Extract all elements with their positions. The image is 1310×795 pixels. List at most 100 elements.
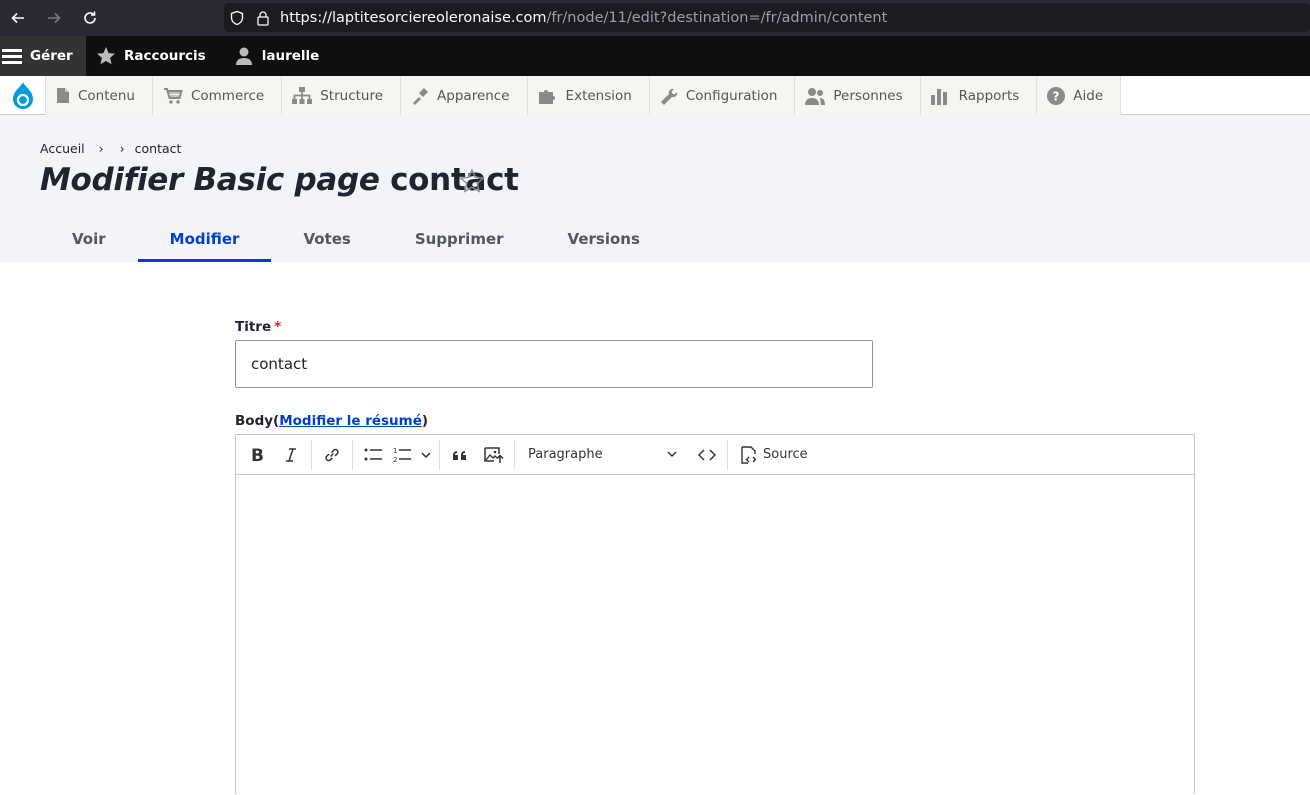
toolbar-separator: [352, 439, 353, 470]
user-tab[interactable]: laurelle: [218, 36, 332, 76]
forward-button[interactable]: [36, 0, 72, 36]
blockquote-icon: [453, 450, 466, 460]
arrow-left-icon: [11, 12, 24, 24]
editor-toolbar: B 12 Paragraphe Source: [236, 435, 1194, 475]
source-button[interactable]: Source: [731, 440, 816, 470]
numbered-list-button[interactable]: 12: [390, 440, 436, 470]
address-bar[interactable]: https://laptitesorciereoleronaise.com/fr…: [224, 3, 1310, 32]
drupal-drop-icon: [12, 81, 33, 109]
page-title-rest: contact: [390, 162, 519, 198]
reload-button[interactable]: [72, 0, 108, 36]
page-title: Modifier Basic page contact: [40, 162, 519, 198]
breadcrumb-separator: ›: [98, 141, 104, 156]
shield-icon[interactable]: [224, 10, 250, 26]
brush-icon: [413, 87, 429, 105]
body-paren-close: ): [421, 413, 429, 429]
menu-personnes[interactable]: Personnes: [795, 76, 921, 115]
manage-label: Gérer: [30, 48, 73, 64]
link-button[interactable]: [315, 440, 349, 470]
svg-text:B: B: [251, 447, 264, 463]
bulleted-list-icon: [364, 448, 382, 460]
body-editor: B 12 Paragraphe Source: [235, 434, 1195, 795]
help-icon: ?: [1047, 86, 1066, 105]
italic-button[interactable]: [274, 440, 308, 470]
shortcuts-tab[interactable]: Raccourcis: [86, 36, 218, 76]
toolbar-separator: [727, 439, 728, 470]
code-icon: [698, 448, 716, 461]
shortcut-star-icon[interactable]: [458, 168, 486, 198]
toolbar-separator: [514, 439, 515, 470]
menu-commerce[interactable]: Commerce: [152, 76, 283, 115]
tab-versions[interactable]: Versions: [536, 216, 672, 262]
title-label-text: Titre: [235, 319, 272, 335]
drupal-logo[interactable]: [0, 76, 46, 115]
breadcrumb-current: contact: [134, 141, 182, 156]
tab-modifier[interactable]: Modifier: [137, 216, 272, 262]
user-icon: [235, 47, 252, 65]
body-label-text: Body: [235, 413, 274, 429]
document-icon: [57, 88, 69, 103]
required-marker: *: [274, 319, 282, 335]
menu-label: Extension: [565, 87, 632, 104]
editor-content-area[interactable]: [236, 475, 1194, 795]
admin-menu-tray: Contenu Commerce Structure Apparence Ext…: [0, 76, 1310, 115]
arrow-right-icon: [48, 12, 61, 24]
toolbar-separator: [439, 439, 440, 470]
user-label: laurelle: [261, 48, 320, 64]
chevron-down-icon: [667, 450, 677, 457]
link-icon: [325, 448, 339, 461]
breadcrumb-separator: ›: [119, 141, 125, 156]
wrench-icon: [660, 88, 678, 105]
local-tasks-tabs: Voir Modifier Votes Supprimer Versions: [40, 216, 672, 262]
menu-label: Apparence: [437, 87, 510, 104]
page-header: Accueil › › contact Modifier Basic page …: [0, 115, 1310, 262]
bulleted-list-button[interactable]: [356, 440, 390, 470]
url-text: https://laptitesorciereoleronaise.com/fr…: [276, 10, 887, 26]
menu-extension[interactable]: Extension: [527, 76, 650, 115]
breadcrumb-home[interactable]: Accueil: [40, 141, 85, 156]
menu-contenu[interactable]: Contenu: [46, 76, 153, 115]
insert-image-button[interactable]: [477, 440, 511, 470]
image-upload-icon: [484, 446, 504, 463]
menu-rapports[interactable]: Rapports: [920, 76, 1038, 115]
bold-button[interactable]: B: [240, 440, 274, 470]
back-button[interactable]: [0, 0, 36, 36]
code-button[interactable]: [690, 440, 724, 470]
body-label: Body(Modifier le résumé): [235, 413, 428, 429]
menu-label: Contenu: [78, 87, 135, 104]
tab-voir[interactable]: Voir: [40, 216, 138, 262]
page-title-em: Modifier Basic page: [40, 162, 380, 198]
source-icon: [741, 445, 757, 464]
manage-tab[interactable]: Gérer: [0, 36, 86, 76]
bold-icon: B: [251, 447, 264, 463]
menu-aide[interactable]: ? Aide: [1037, 76, 1122, 115]
menu-configuration[interactable]: Configuration: [649, 76, 796, 115]
blockquote-button[interactable]: [443, 440, 477, 470]
toolbar-separator: [311, 439, 312, 470]
url-host: https://laptitesorciereoleronaise.com: [280, 9, 547, 26]
shortcuts-label: Raccourcis: [124, 48, 206, 64]
menu-label: Aide: [1073, 87, 1104, 104]
tab-supprimer[interactable]: Supprimer: [383, 216, 536, 262]
chart-icon: [930, 88, 947, 105]
heading-select[interactable]: Paragraphe: [518, 440, 690, 470]
people-icon: [805, 87, 826, 105]
numbered-list-icon: 12: [393, 447, 431, 463]
edit-summary-link[interactable]: Modifier le résumé: [279, 413, 422, 429]
svg-text:1: 1: [393, 447, 397, 455]
admin-toolbar: Gérer Raccourcis laurelle: [0, 36, 1310, 76]
menu-label: Rapports: [958, 87, 1020, 104]
tab-votes[interactable]: Votes: [271, 216, 382, 262]
menu-structure[interactable]: Structure: [282, 76, 402, 115]
sitemap-icon: [292, 86, 313, 104]
breadcrumb: Accueil › › contact: [40, 141, 181, 156]
lock-icon[interactable]: [250, 10, 276, 26]
url-path: /fr/node/11/edit?destination=/fr/admin/c…: [546, 9, 888, 26]
menu-label: Configuration: [685, 87, 778, 104]
title-input[interactable]: [235, 340, 873, 388]
menu-label: Commerce: [190, 87, 265, 104]
svg-text:2: 2: [393, 456, 397, 463]
menu-apparence[interactable]: Apparence: [401, 76, 528, 115]
italic-icon: [286, 447, 296, 462]
menu-label: Structure: [320, 87, 384, 104]
